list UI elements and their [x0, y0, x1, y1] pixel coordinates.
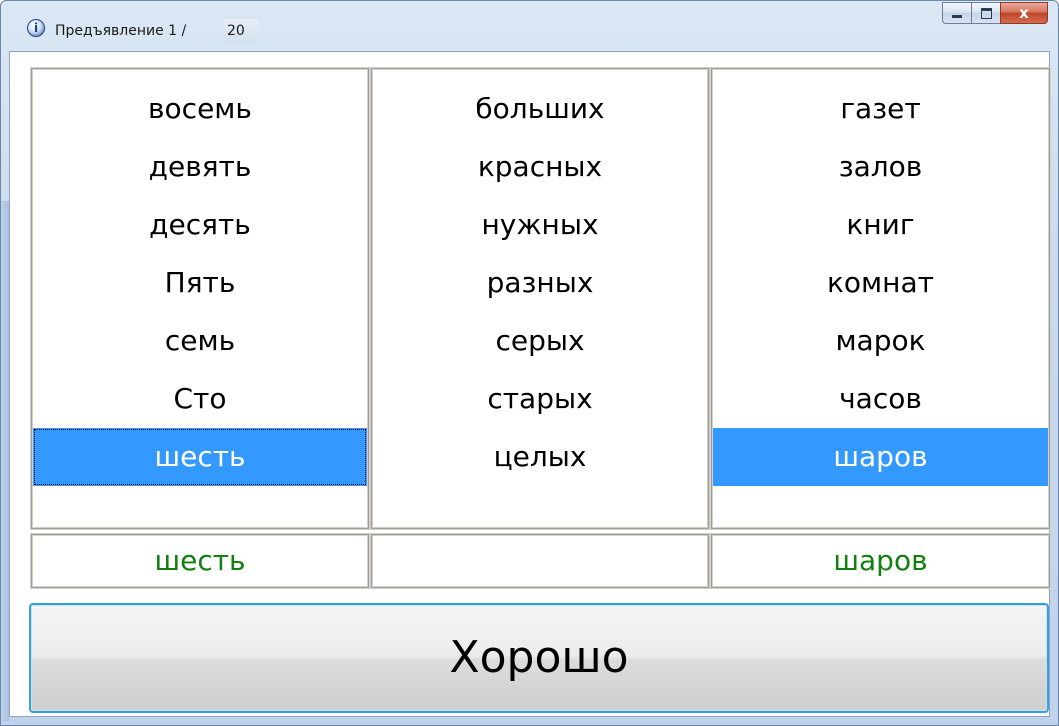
list-item[interactable]: марок — [713, 312, 1048, 370]
list-item[interactable]: разных — [373, 254, 707, 312]
list-item[interactable]: газет — [713, 80, 1048, 138]
answer-numbers: шесть — [30, 533, 370, 589]
info-globe-icon: i — [27, 19, 45, 37]
list-item[interactable]: старых — [373, 370, 707, 428]
list-item[interactable]: Сто — [33, 370, 367, 428]
presentation-count: 20 — [223, 19, 259, 43]
answer-adjectives — [370, 533, 710, 589]
window-title: Предъявление 1 / — [55, 23, 187, 39]
ok-button[interactable]: Хорошо — [29, 603, 1049, 713]
caption-buttons: x — [942, 2, 1048, 32]
list-item[interactable]: залов — [713, 138, 1048, 196]
list-adjectives[interactable]: больших красных нужных разных серых старых цел… — [370, 67, 710, 530]
list-item[interactable]: девять — [33, 138, 367, 196]
maximize-button[interactable] — [971, 2, 1000, 24]
minimize-button[interactable] — [942, 2, 971, 24]
list-item[interactable]: шаров — [713, 428, 1048, 486]
list-item[interactable]: целых — [373, 428, 707, 486]
window-frame-edge — [1, 201, 9, 721]
list-numbers[interactable]: восемь девять десять Пять семь Сто шесть — [30, 67, 370, 530]
list-item[interactable]: десять — [33, 196, 367, 254]
list-item[interactable]: шесть — [33, 428, 367, 486]
answer-nouns: шаров — [710, 533, 1051, 589]
minimize-icon — [952, 15, 962, 18]
list-item[interactable]: нужных — [373, 196, 707, 254]
close-button[interactable]: x — [1000, 2, 1048, 24]
list-item[interactable]: комнат — [713, 254, 1048, 312]
close-icon: x — [1019, 4, 1029, 22]
list-item[interactable]: больших — [373, 80, 707, 138]
app-window: i Предъявление 1 / 20 x восемь девять деся… — [0, 0, 1059, 726]
list-item[interactable]: серых — [373, 312, 707, 370]
title-bar[interactable]: i Предъявление 1 / 20 x — [1, 1, 1058, 51]
list-item[interactable]: книг — [713, 196, 1048, 254]
list-item[interactable]: красных — [373, 138, 707, 196]
list-item[interactable]: восемь — [33, 80, 367, 138]
maximize-icon — [980, 7, 992, 19]
list-item[interactable]: семь — [33, 312, 367, 370]
list-item[interactable]: Пять — [33, 254, 367, 312]
list-nouns[interactable]: газет залов книг комнат марок часов шаров — [710, 67, 1051, 530]
list-item[interactable]: часов — [713, 370, 1048, 428]
